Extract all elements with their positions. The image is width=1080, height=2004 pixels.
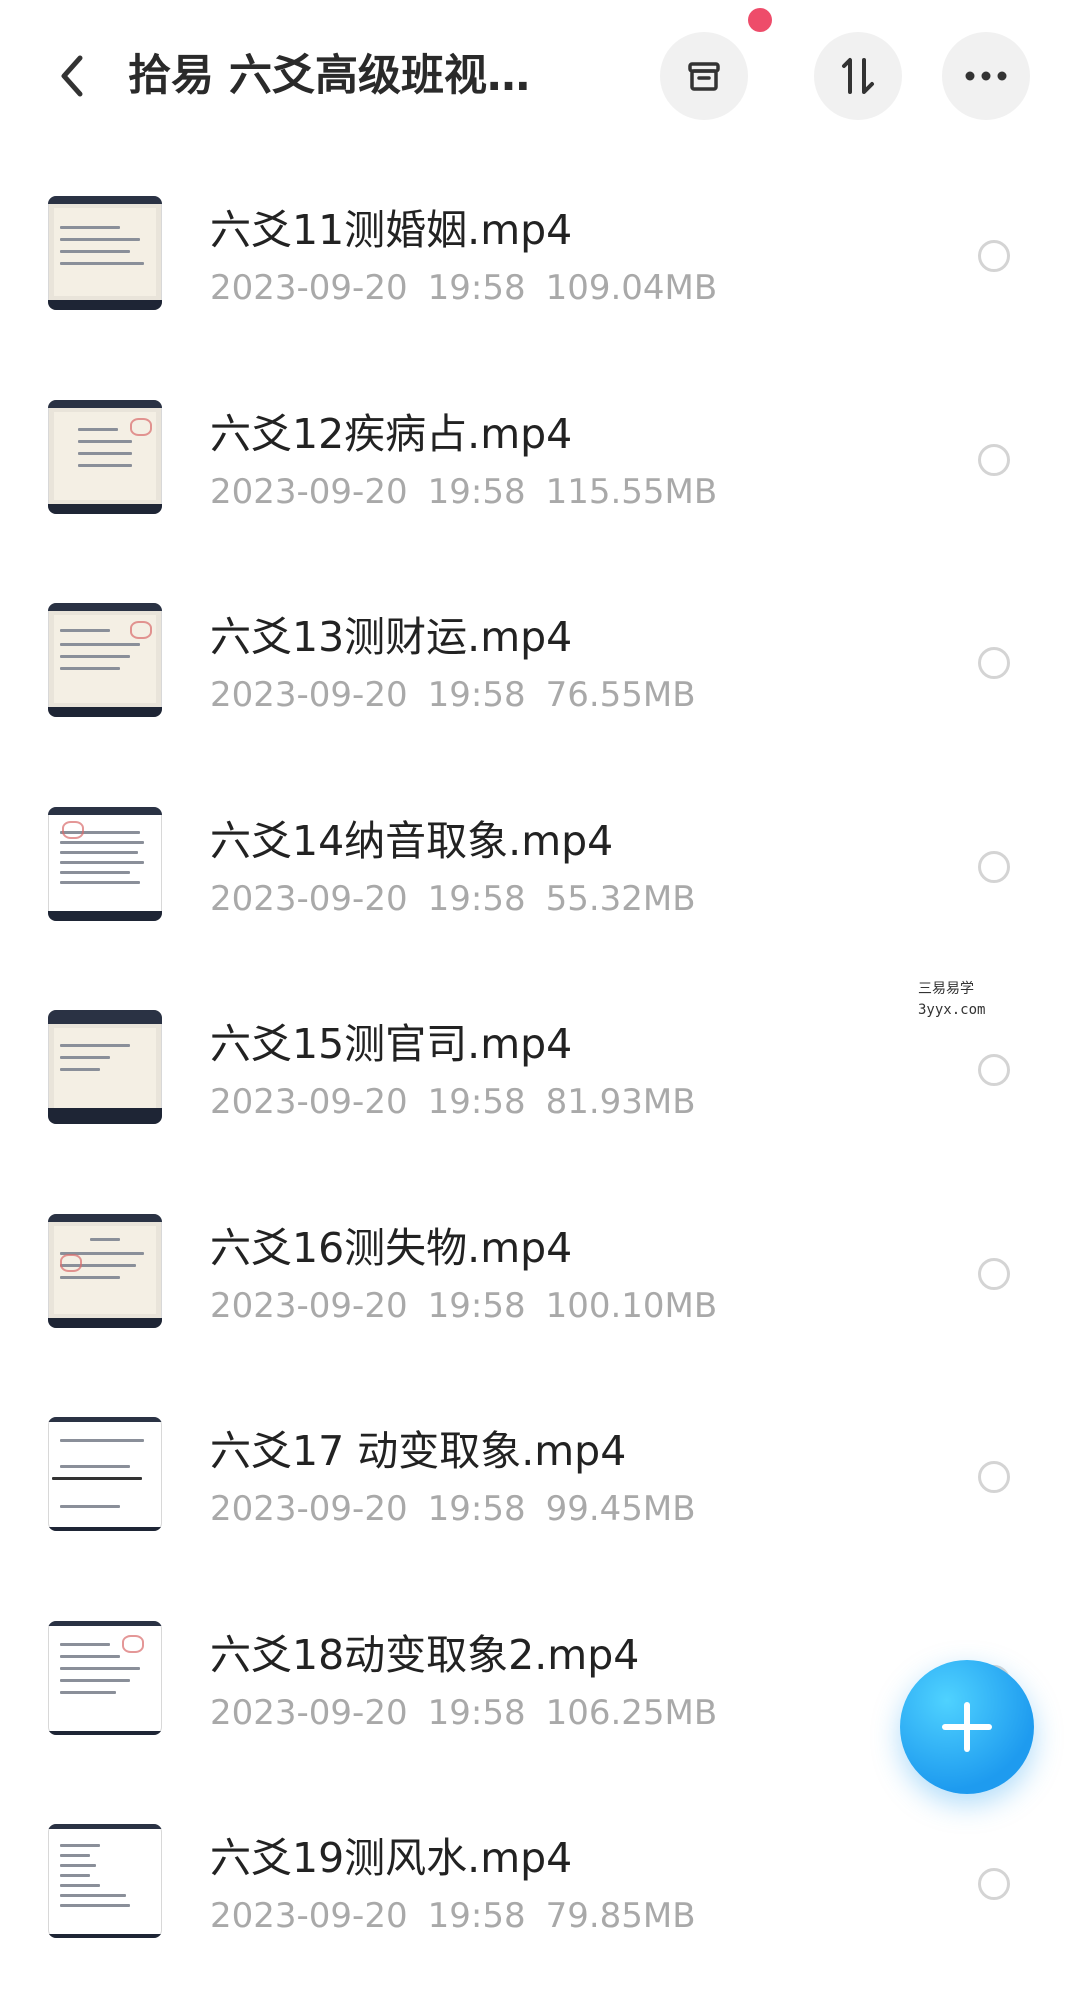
archive-icon <box>688 62 720 91</box>
file-meta: 2023-09-20 19:58 76.55MB <box>210 673 696 717</box>
file-size: 81.93MB <box>545 1082 696 1122</box>
back-button[interactable] <box>48 48 96 104</box>
video-thumbnail <box>48 1213 162 1328</box>
file-size: 115.55MB <box>545 471 718 512</box>
file-row[interactable]: 六爻13测财运.mp4 2023-09-20 19:58 76.55MB <box>0 561 1080 765</box>
file-row[interactable]: 六爻17 动变取象.mp4 2023-09-20 19:58 99.45MB <box>0 1375 1080 1579</box>
notification-dot <box>748 8 772 32</box>
video-thumbnail <box>48 1824 162 1938</box>
file-name: 六爻15测官司.mp4 <box>210 1020 573 1068</box>
file-name: 六爻16测失物.mp4 <box>210 1223 573 1272</box>
file-meta: 2023-09-20 19:58 81.93MB <box>210 1080 696 1124</box>
select-radio[interactable] <box>978 240 1010 272</box>
file-date: 2023-09-20 <box>210 1489 408 1529</box>
file-date: 2023-09-20 <box>210 675 408 715</box>
archive-button[interactable] <box>660 32 748 120</box>
file-meta: 2023-09-20 19:58 79.85MB <box>210 1894 696 1938</box>
file-name: 六爻14纳音取象.mp4 <box>210 816 614 865</box>
file-meta: 2023-09-20 19:58 55.32MB <box>210 877 696 921</box>
video-thumbnail <box>48 1417 162 1531</box>
file-row[interactable]: 六爻14纳音取象.mp4 2023-09-20 19:58 55.32MB <box>0 765 1080 969</box>
file-time: 19:58 <box>427 675 526 715</box>
file-date: 2023-09-20 <box>210 268 408 308</box>
file-meta: 2023-09-20 19:58 109.04MB <box>210 266 717 310</box>
watermark-text: 三易易学 <box>918 981 974 997</box>
select-radio[interactable] <box>978 850 1010 883</box>
file-meta: 2023-09-20 19:58 106.25MB <box>210 1691 717 1735</box>
select-radio[interactable] <box>978 443 1010 476</box>
sort-icon <box>842 58 874 94</box>
chevron-left-icon <box>61 55 83 97</box>
video-thumbnail <box>48 1620 162 1735</box>
add-button[interactable] <box>900 1660 1034 1794</box>
file-name: 六爻17 动变取象.mp4 <box>210 1427 627 1475</box>
file-date: 2023-09-20 <box>210 1896 408 1936</box>
file-size: 55.32MB <box>545 878 696 919</box>
select-radio[interactable] <box>978 647 1010 679</box>
watermark-url: 3yyx.com <box>918 1002 986 1018</box>
file-row[interactable]: 六爻12疾病占.mp4 2023-09-20 19:58 115.55MB <box>0 358 1080 562</box>
file-time: 19:58 <box>427 1692 526 1733</box>
file-size: 79.85MB <box>545 1896 696 1936</box>
select-radio[interactable] <box>978 1257 1010 1290</box>
more-horizontal-icon <box>965 71 1007 81</box>
select-radio[interactable] <box>978 1054 1010 1086</box>
watermark: 三易易学 3yyx.com <box>822 978 1076 1026</box>
page-title: 拾易 六爻高级班视… <box>128 51 530 101</box>
video-thumbnail <box>48 603 162 717</box>
file-name: 六爻13测财运.mp4 <box>210 613 573 661</box>
file-time: 19:58 <box>427 1896 526 1936</box>
file-size: 99.45MB <box>545 1489 696 1529</box>
video-thumbnail <box>48 196 162 310</box>
video-thumbnail <box>48 806 162 921</box>
file-meta: 2023-09-20 19:58 100.10MB <box>210 1284 717 1328</box>
file-name: 六爻11测婚姻.mp4 <box>210 206 573 254</box>
file-date: 2023-09-20 <box>210 1082 408 1122</box>
file-time: 19:58 <box>427 878 526 919</box>
select-radio[interactable] <box>978 1461 1010 1493</box>
file-name: 六爻18动变取象2.mp4 <box>210 1630 640 1679</box>
file-row[interactable]: 六爻19测风水.mp4 2023-09-20 19:58 79.85MB <box>0 1782 1080 1986</box>
file-time: 19:58 <box>427 1285 526 1326</box>
plus-icon <box>942 1702 992 1752</box>
file-time: 19:58 <box>427 268 526 308</box>
file-time: 19:58 <box>427 1489 526 1529</box>
file-date: 2023-09-20 <box>210 1692 408 1733</box>
file-name: 六爻19测风水.mp4 <box>210 1834 573 1882</box>
file-date: 2023-09-20 <box>210 878 408 919</box>
file-date: 2023-09-20 <box>210 1285 408 1326</box>
file-date: 2023-09-20 <box>210 471 408 512</box>
sort-button[interactable] <box>814 32 902 120</box>
file-time: 19:58 <box>427 471 526 512</box>
file-size: 106.25MB <box>545 1692 718 1733</box>
file-size: 109.04MB <box>545 268 718 308</box>
file-meta: 2023-09-20 19:58 99.45MB <box>210 1487 696 1531</box>
top-bar: 拾易 六爻高级班视… <box>0 0 1080 150</box>
file-time: 19:58 <box>427 1082 526 1122</box>
file-size: 76.55MB <box>545 675 696 715</box>
video-thumbnail <box>48 399 162 514</box>
select-radio[interactable] <box>978 1868 1010 1900</box>
more-button[interactable] <box>942 32 1030 120</box>
video-thumbnail <box>48 1010 162 1124</box>
file-row[interactable]: 六爻16测失物.mp4 2023-09-20 19:58 100.10MB <box>0 1172 1080 1376</box>
file-row[interactable]: 六爻11测婚姻.mp4 2023-09-20 19:58 109.04MB <box>0 154 1080 358</box>
file-meta: 2023-09-20 19:58 115.55MB <box>210 470 717 514</box>
file-name: 六爻12疾病占.mp4 <box>210 409 573 458</box>
file-size: 100.10MB <box>545 1285 718 1326</box>
